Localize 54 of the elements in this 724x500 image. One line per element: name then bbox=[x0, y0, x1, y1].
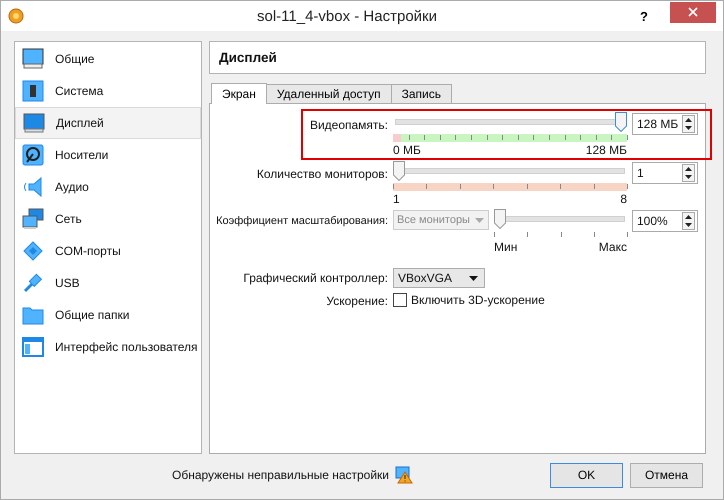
spin-arrows-icon[interactable] bbox=[682, 164, 695, 182]
connector-icon bbox=[21, 239, 45, 263]
sidebar-item[interactable]: Система bbox=[15, 75, 201, 107]
window-title: sol-11_4-vbox - Настройки bbox=[256, 8, 438, 24]
sidebar-item[interactable]: Носители bbox=[15, 139, 201, 171]
dialog-button[interactable]: Отмена bbox=[630, 462, 703, 488]
slider-track[interactable] bbox=[393, 112, 627, 132]
page-title: Дисплей bbox=[219, 50, 277, 65]
close-button[interactable] bbox=[670, 2, 716, 22]
checkbox-label: Включить 3D-ускорение bbox=[411, 293, 545, 307]
warning-message: Обнаружены неправильные настройки bbox=[172, 468, 390, 482]
tab[interactable]: Запись bbox=[390, 84, 452, 103]
tab[interactable]: Экран bbox=[211, 83, 267, 104]
sidebar-item[interactable]: Интерфейс пользователя bbox=[15, 331, 201, 363]
max-label: 128 МБ bbox=[586, 143, 627, 157]
monitors-icon bbox=[21, 207, 45, 231]
close-icon bbox=[688, 7, 698, 17]
help-button[interactable]: ? bbox=[634, 6, 654, 26]
setting-label: Ускорение: bbox=[325, 293, 388, 308]
setting-label: Коэффициент масштабирования: bbox=[215, 214, 388, 227]
caret-icon bbox=[469, 276, 478, 280]
max-label: 8 bbox=[620, 192, 627, 206]
window-icon bbox=[21, 335, 45, 359]
slider-track[interactable] bbox=[393, 161, 627, 181]
sidebar-item[interactable]: Сеть bbox=[15, 203, 201, 235]
sidebar-item[interactable]: COM-порты bbox=[15, 235, 201, 267]
usb-plug-icon bbox=[21, 271, 45, 295]
warning-icon bbox=[395, 466, 414, 484]
monitor-icon bbox=[21, 47, 45, 71]
chip-icon bbox=[21, 79, 45, 103]
sidebar-item[interactable]: Общие bbox=[15, 43, 201, 75]
sidebar-item[interactable]: Дисплей bbox=[15, 107, 201, 139]
sidebar-item[interactable]: USB bbox=[15, 267, 201, 299]
setting-label: Видеопамять: bbox=[308, 117, 388, 132]
dropdown[interactable]: VBoxVGA bbox=[393, 268, 485, 288]
min-label: 1 bbox=[393, 192, 400, 206]
min-label: Мин bbox=[494, 240, 518, 254]
sidebar-item[interactable]: Аудио bbox=[15, 171, 201, 203]
dialog-button[interactable]: OK bbox=[550, 462, 623, 488]
checkbox[interactable] bbox=[393, 293, 407, 307]
sidebar-item[interactable]: Общие папки bbox=[15, 299, 201, 331]
spin-box[interactable]: 128 МБ bbox=[632, 113, 698, 135]
setting-label: Количество мониторов: bbox=[256, 166, 388, 181]
min-label: 0 МБ bbox=[393, 143, 421, 157]
spin-box[interactable]: 1 bbox=[632, 162, 698, 184]
tab[interactable]: Удаленный доступ bbox=[266, 84, 392, 103]
slider-thumb[interactable] bbox=[615, 112, 627, 132]
slider-thumb[interactable] bbox=[393, 161, 405, 181]
max-label: Макс bbox=[598, 240, 627, 254]
setting-label: Графический контроллер: bbox=[242, 270, 388, 285]
spin-arrows-icon[interactable] bbox=[682, 115, 695, 133]
caret-icon bbox=[475, 218, 484, 222]
gear-icon bbox=[8, 8, 24, 24]
monitor-icon bbox=[22, 111, 46, 135]
